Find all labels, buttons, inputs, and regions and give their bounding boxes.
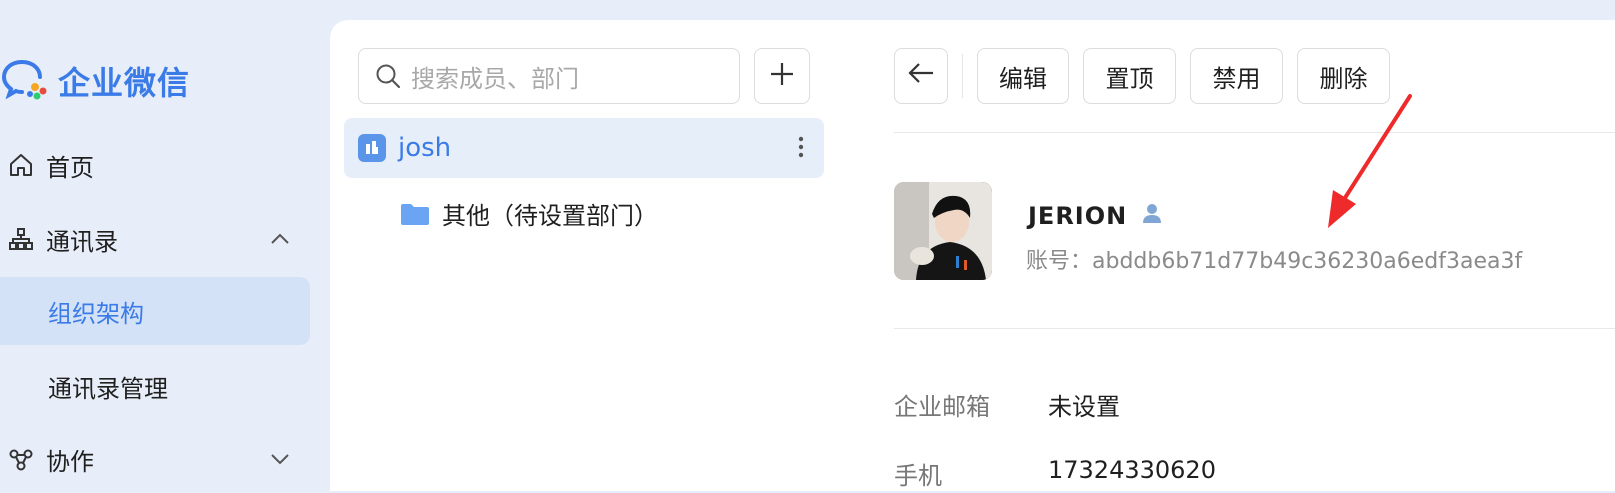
arrow-left-icon <box>907 61 935 91</box>
field-label-phone: 手机 <box>894 462 942 490</box>
sidebar-item-label: 通讯录管理 <box>48 374 168 403</box>
sidebar-item-collaboration[interactable]: 协作 <box>0 425 310 493</box>
member-detail-panel: 编辑 置顶 禁用 删除 JERION 账号：abddb6b71d77b49c36… <box>838 20 1615 491</box>
field-value-phone: 17324330620 <box>1048 456 1216 484</box>
department-item[interactable]: 其他（待设置部门） <box>400 196 658 231</box>
search-icon <box>375 63 401 89</box>
field-value-email: 未设置 <box>1048 393 1120 421</box>
sidebar-item-label: 组织架构 <box>48 299 144 328</box>
account-id: 账号：abddb6b71d77b49c36230a6edf3aea3f <box>1026 249 1523 274</box>
app-logo: 企业微信 <box>1 58 191 104</box>
back-button[interactable] <box>894 48 948 104</box>
sidebar-item-label: 协作 <box>46 447 94 476</box>
chevron-down-icon <box>268 447 292 477</box>
sidebar-item-contacts[interactable]: 通讯录 <box>0 205 310 273</box>
department-name: 其他（待设置部门） <box>442 202 658 230</box>
pin-button[interactable]: 置顶 <box>1083 48 1176 104</box>
divider <box>894 132 1615 133</box>
edit-button[interactable]: 编辑 <box>977 48 1069 104</box>
sidebar-item-org-structure[interactable]: 组织架构 <box>0 277 310 345</box>
divider <box>894 328 1615 329</box>
sidebar-item-label: 首页 <box>46 153 94 182</box>
org-chart-icon <box>6 224 36 254</box>
directory-panel: 搜索成员、部门 josh 其他（待设置部门） <box>330 20 839 491</box>
delete-button[interactable]: 删除 <box>1297 48 1390 104</box>
field-label-email: 企业邮箱 <box>894 393 990 421</box>
toolbar-divider <box>962 54 963 98</box>
app-name: 企业微信 <box>58 64 191 102</box>
folder-icon <box>400 202 430 226</box>
chevron-up-icon <box>268 227 292 257</box>
search-input[interactable]: 搜索成员、部门 <box>358 48 740 104</box>
collaboration-icon <box>6 444 36 474</box>
org-root-item[interactable]: josh <box>344 118 824 178</box>
user-name: JERION <box>1028 202 1128 230</box>
home-icon <box>6 150 36 180</box>
wecom-logo-icon <box>1 58 48 104</box>
search-placeholder: 搜索成员、部门 <box>411 64 579 93</box>
org-name: josh <box>398 133 452 163</box>
avatar[interactable] <box>894 182 992 280</box>
user-name-row: JERION <box>1028 202 1163 230</box>
sidebar-item-label: 通讯录 <box>46 227 118 256</box>
sidebar: 企业微信 首页 通讯录 组织架构 通讯录管理 协作 <box>0 0 330 491</box>
more-options-icon[interactable] <box>798 136 804 162</box>
add-button[interactable] <box>754 48 810 104</box>
disable-button[interactable]: 禁用 <box>1190 48 1283 104</box>
org-logo-icon <box>358 134 386 162</box>
plus-icon <box>769 61 795 91</box>
sidebar-item-contacts-management[interactable]: 通讯录管理 <box>0 352 310 420</box>
person-icon <box>1141 202 1163 230</box>
sidebar-item-home[interactable]: 首页 <box>0 131 310 199</box>
